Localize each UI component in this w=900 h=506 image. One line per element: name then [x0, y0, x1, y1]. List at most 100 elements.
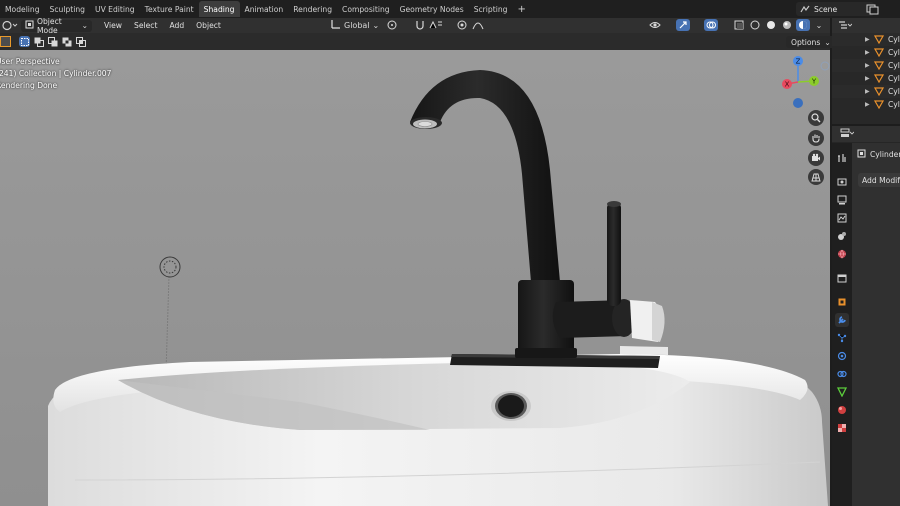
scene-field[interactable]: Scene — [796, 2, 874, 16]
outliner-item[interactable]: ▶ Cylin — [832, 85, 900, 98]
outliner-item[interactable]: ▶ Cylin — [832, 72, 900, 85]
tab-animation[interactable]: Animation — [240, 1, 289, 17]
add-workspace-button[interactable]: + — [512, 4, 530, 15]
physics-tab-icon[interactable] — [835, 349, 849, 363]
options-dropdown[interactable]: Options ⌄ — [786, 36, 836, 48]
svg-text:Y: Y — [811, 78, 817, 86]
zoom-icon[interactable] — [808, 110, 824, 126]
data-tab-icon[interactable] — [835, 385, 849, 399]
outliner-item-label: Cylin — [888, 74, 900, 83]
3d-viewport[interactable]: User Perspective (241) Collection | Cyli… — [0, 50, 830, 506]
pan-hand-icon[interactable] — [808, 130, 824, 146]
shading-solid-icon[interactable] — [764, 19, 778, 31]
tab-scripting[interactable]: Scripting — [469, 1, 513, 17]
tab-geometry-nodes[interactable]: Geometry Nodes — [395, 1, 469, 17]
scene-name: Scene — [814, 4, 838, 14]
tool-tab-icon[interactable] — [835, 151, 849, 165]
snap-target-icon[interactable] — [429, 19, 443, 31]
collection-tab-icon[interactable] — [835, 271, 849, 285]
tab-uv-editing[interactable]: UV Editing — [90, 1, 140, 17]
viewport-header: Object Mode ⌄ View Select Add Object Glo… — [0, 16, 848, 35]
expand-arrow-icon[interactable]: ▶ — [865, 75, 870, 82]
perspective-toggle-icon[interactable] — [808, 169, 824, 185]
tab-sculpting[interactable]: Sculpting — [45, 1, 90, 17]
modifier-tab-icon[interactable] — [835, 313, 849, 327]
visibility-icon[interactable] — [648, 19, 662, 31]
scene-selector: Scene — [796, 2, 874, 16]
expand-arrow-icon[interactable]: ▶ — [865, 88, 870, 95]
render-status-text: Rendering Done — [0, 81, 58, 90]
select-new-icon[interactable] — [19, 36, 30, 47]
overlay-toggle-icon[interactable] — [704, 19, 718, 31]
tab-shading[interactable]: Shading — [198, 1, 240, 17]
menu-view[interactable]: View — [98, 21, 128, 30]
shading-material-icon[interactable] — [780, 19, 794, 31]
expand-arrow-icon[interactable]: ▶ — [865, 62, 870, 69]
view-layer-tab-icon[interactable] — [835, 211, 849, 225]
tab-compositing[interactable]: Compositing — [337, 1, 395, 17]
object-name: Cylinder — [870, 150, 900, 159]
outliner-item-label: Cylin — [888, 87, 900, 96]
select-subtract-icon[interactable] — [47, 36, 58, 47]
proportional-edit-icon[interactable] — [455, 19, 469, 31]
orientation-icon — [331, 19, 341, 31]
render-tab-icon[interactable] — [835, 175, 849, 189]
shading-options-chevron-icon[interactable]: ⌄ — [812, 19, 826, 31]
outliner-item[interactable]: ▶ Cylin — [832, 33, 900, 46]
tab-rendering[interactable]: Rendering — [288, 1, 337, 17]
view-layer-icon[interactable] — [866, 3, 880, 15]
add-modifier-button[interactable]: Add Modifier — [858, 173, 900, 187]
particles-tab-icon[interactable] — [835, 331, 849, 345]
editor-type-icon[interactable] — [2, 20, 18, 33]
output-tab-icon[interactable] — [835, 193, 849, 207]
navigation-gizmo[interactable]: Z X Y — [778, 54, 830, 114]
expand-arrow-icon[interactable]: ▶ — [865, 101, 870, 108]
outliner-panel: ▶ Cylin ▶ Cylin ▶ Cylin ▶ Cylin ▶ Cylin … — [832, 18, 900, 124]
mode-dropdown[interactable]: Object Mode ⌄ — [21, 16, 92, 35]
select-intersect-icon[interactable] — [75, 36, 86, 47]
workspace-tabs: Modeling Sculpting UV Editing Texture Pa… — [0, 0, 531, 18]
chevron-down-icon: ⌄ — [81, 21, 88, 30]
svg-text:Z: Z — [796, 58, 801, 66]
snap-icon[interactable] — [413, 19, 427, 31]
expand-arrow-icon[interactable]: ▶ — [865, 49, 870, 56]
xray-toggle-icon[interactable] — [732, 19, 746, 31]
outliner-editor-icon[interactable] — [838, 20, 853, 32]
outliner-item-label: Cylin — [888, 35, 900, 44]
mesh-triangle-icon — [873, 74, 885, 85]
tab-texture-paint[interactable]: Texture Paint — [140, 1, 199, 17]
outliner-item-label: Cylin — [888, 100, 900, 109]
transform-orientation[interactable]: Global ⌄ — [331, 19, 379, 31]
menu-object[interactable]: Object — [190, 21, 227, 30]
properties-tabs — [832, 143, 852, 506]
camera-view-icon[interactable] — [808, 150, 824, 166]
pivot-point-icon[interactable] — [385, 19, 399, 31]
sink-mesh[interactable] — [48, 354, 828, 506]
texture-tab-icon[interactable] — [835, 421, 849, 435]
outliner-item[interactable]: ▶ Cylin — [832, 46, 900, 59]
properties-editor-icon[interactable] — [840, 128, 855, 140]
properties-panel: Cylinder Add Modifier — [832, 126, 900, 506]
scene-icon — [800, 4, 810, 16]
menu-select[interactable]: Select — [128, 21, 163, 30]
falloff-icon[interactable] — [471, 19, 485, 31]
menu-add[interactable]: Add — [163, 21, 190, 30]
shading-wireframe-icon[interactable] — [748, 19, 762, 31]
object-tab-icon[interactable] — [835, 295, 849, 309]
material-tab-icon[interactable] — [835, 403, 849, 417]
shading-rendered-icon[interactable] — [796, 19, 810, 31]
gizmo-toggle-icon[interactable] — [676, 19, 690, 31]
world-tab-icon[interactable] — [835, 247, 849, 261]
outliner-item[interactable]: ▶ Cylin — [832, 98, 900, 111]
scene-tab-icon[interactable] — [835, 229, 849, 243]
mode-label: Object Mode — [37, 16, 62, 35]
expand-arrow-icon[interactable]: ▶ — [865, 36, 870, 43]
constraints-tab-icon[interactable] — [835, 367, 849, 381]
outliner-item[interactable]: ▶ Cylin — [832, 59, 900, 72]
select-extend-icon[interactable] — [33, 36, 44, 47]
active-tool-icon[interactable] — [0, 36, 11, 47]
select-difference-icon[interactable] — [61, 36, 72, 47]
viewport-info-overlay: User Perspective (241) Collection | Cyli… — [0, 56, 111, 92]
chevron-down-icon: ⌄ — [824, 37, 831, 47]
tab-modeling[interactable]: Modeling — [0, 1, 45, 17]
